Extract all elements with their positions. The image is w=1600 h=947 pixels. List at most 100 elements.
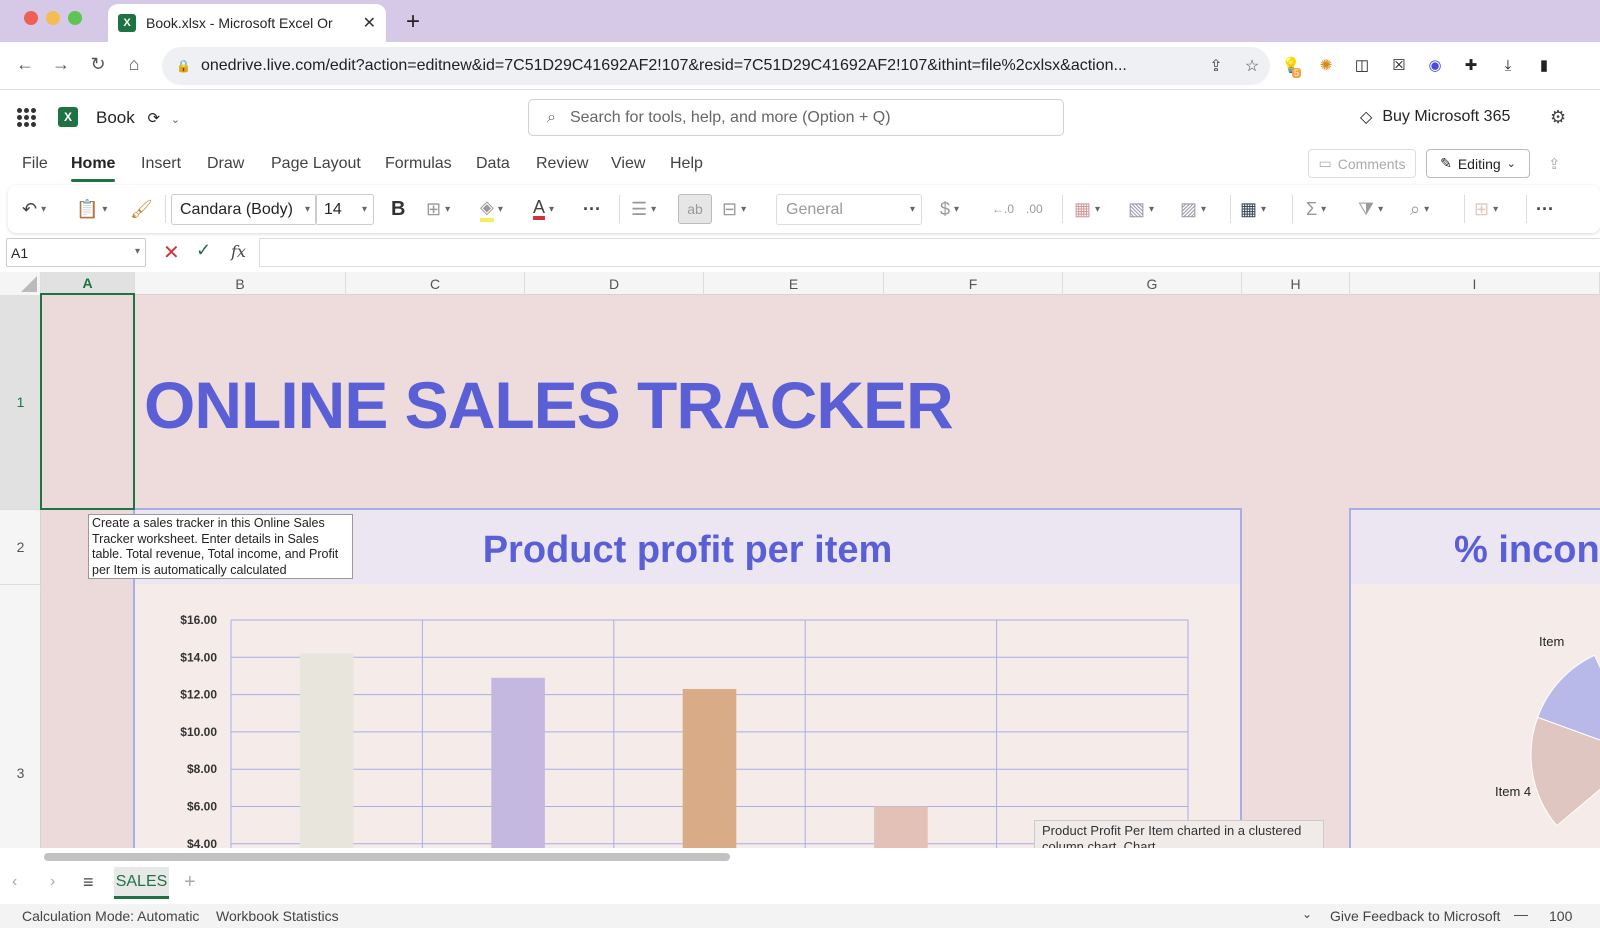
horizontal-scrollbar[interactable]	[44, 853, 730, 861]
forward-icon[interactable]: →	[49, 54, 73, 75]
zoom-out-icon[interactable]: —	[1514, 906, 1528, 922]
column-header-b[interactable]: B	[135, 272, 346, 295]
worksheet-grid[interactable]: ONLINE SALES TRACKER Product profit per …	[0, 272, 1600, 848]
currency-button[interactable]: $ ▾	[940, 194, 959, 224]
insert-cells-button[interactable]: ▦ ▾	[1240, 194, 1266, 224]
minimize-window-button[interactable]	[46, 11, 60, 25]
tab-review[interactable]: Review	[536, 155, 588, 173]
download-icon[interactable]: ⤓	[1496, 53, 1520, 77]
sheet-title[interactable]: ONLINE SALES TRACKER	[144, 367, 954, 443]
find-button[interactable]: ⌕ ▾	[1410, 194, 1429, 224]
align-button[interactable]: ☰ ▾	[631, 194, 656, 224]
extension-x-icon[interactable]: ☒	[1387, 53, 1411, 77]
column-header-h[interactable]: H	[1242, 272, 1350, 295]
close-window-button[interactable]	[24, 11, 38, 25]
column-header-d[interactable]: D	[525, 272, 704, 295]
increase-decimal-button[interactable]: .00	[1026, 194, 1043, 224]
bar[interactable]	[299, 653, 354, 848]
all-sheets-menu-icon[interactable]: ≡	[83, 872, 94, 893]
enter-check-icon[interactable]: ✓	[196, 240, 211, 261]
home-icon[interactable]: ⌂	[122, 54, 146, 75]
merge-button[interactable]: ⊟ ▾	[722, 194, 746, 224]
fill-color-button[interactable]: ◈ ▾	[480, 194, 503, 224]
url-bar[interactable]: 🔒 onedrive.live.com/edit?action=editnew&…	[162, 47, 1270, 85]
more-font-options-button[interactable]: ···	[583, 194, 601, 224]
workbook-name[interactable]: Book ⟳ ⌄	[96, 108, 180, 128]
extension-box-icon[interactable]: ◫	[1350, 53, 1374, 77]
extensions-puzzle-icon[interactable]: ✚	[1459, 53, 1483, 77]
selected-cell-a1[interactable]	[40, 293, 135, 510]
new-tab-button[interactable]: +	[401, 8, 425, 36]
income-pie-chart[interactable]: % incon Item Item 4	[1349, 508, 1600, 848]
editing-mode-button[interactable]: ✎ Editing ⌄	[1426, 149, 1530, 178]
decrease-decimal-button[interactable]: ←.0	[992, 194, 1014, 224]
tab-file[interactable]: File	[22, 155, 48, 173]
conditional-formatting-button[interactable]: ▦ ▾	[1074, 194, 1100, 224]
cell-styles-button[interactable]: ▨ ▾	[1180, 194, 1206, 224]
settings-gear-icon[interactable]: ⚙	[1550, 107, 1566, 128]
tab-view[interactable]: View	[611, 155, 645, 173]
share-icon[interactable]: ⇪	[1198, 56, 1234, 76]
app-launcher-icon[interactable]	[17, 108, 36, 127]
autosum-button[interactable]: Σ ▾	[1306, 194, 1326, 224]
tab-formulas[interactable]: Formulas	[385, 155, 452, 173]
column-header-e[interactable]: E	[704, 272, 884, 295]
feedback-link[interactable]: Give Feedback to Microsoft	[1330, 908, 1500, 924]
tab-page-layout[interactable]: Page Layout	[271, 155, 361, 173]
bookmark-star-icon[interactable]: ☆	[1234, 56, 1270, 76]
undo-button[interactable]: ↶ ▾	[22, 194, 46, 224]
bar[interactable]	[682, 689, 737, 848]
column-header-f[interactable]: F	[884, 272, 1063, 295]
formula-input[interactable]	[259, 238, 1600, 267]
select-all-corner[interactable]	[0, 272, 41, 295]
column-header-i[interactable]: I	[1350, 272, 1600, 295]
extension-sun-icon[interactable]: ✺	[1314, 53, 1338, 77]
sort-filter-button[interactable]: ⧩ ▾	[1358, 194, 1383, 224]
bar[interactable]	[491, 677, 545, 848]
share-icon[interactable]: ⇪	[1548, 155, 1561, 173]
tab-insert[interactable]: Insert	[141, 155, 181, 173]
tab-help[interactable]: Help	[670, 155, 703, 173]
font-name-select[interactable]: Candara (Body) ▾	[171, 194, 317, 225]
column-header-g[interactable]: G	[1063, 272, 1242, 295]
wrap-text-button[interactable]: ab	[678, 194, 712, 224]
name-box[interactable]: A1 ▾	[6, 238, 146, 267]
tab-data[interactable]: Data	[476, 155, 510, 173]
buy-microsoft-365-button[interactable]: ◇ Buy Microsoft 365	[1360, 107, 1510, 127]
font-size-select[interactable]: 14 ▾	[315, 194, 374, 225]
row-header-2[interactable]: 2	[0, 510, 41, 585]
tab-home[interactable]: Home	[71, 155, 116, 182]
column-header-a[interactable]: A	[41, 272, 135, 295]
number-format-select[interactable]: General ▾	[776, 194, 922, 225]
paste-button[interactable]: 📋 ▾	[76, 194, 107, 224]
row-header-3[interactable]: 3	[0, 585, 41, 848]
browser-tab[interactable]: X Book.xlsx - Microsoft Excel Or ✕	[108, 4, 386, 42]
more-options-button[interactable]: ···	[1536, 194, 1554, 224]
workbook-statistics[interactable]: Workbook Statistics	[216, 908, 339, 924]
sheet-tab-sales[interactable]: SALES	[114, 867, 169, 899]
reload-icon[interactable]: ↻	[86, 54, 110, 75]
next-sheet-icon[interactable]: ›	[50, 873, 55, 891]
tab-close-icon[interactable]: ✕	[363, 13, 376, 33]
tab-draw[interactable]: Draw	[207, 155, 244, 173]
prev-sheet-icon[interactable]: ‹	[12, 873, 17, 891]
calculation-mode[interactable]: Calculation Mode: Automatic	[22, 908, 199, 924]
zoom-level[interactable]: 100	[1549, 908, 1572, 924]
maximize-window-button[interactable]	[68, 11, 82, 25]
insert-function-icon[interactable]: fx	[231, 242, 246, 261]
chevron-down-icon[interactable]: ⌄	[1302, 907, 1312, 921]
comments-button[interactable]: ▭ Comments	[1308, 149, 1416, 178]
font-color-button[interactable]: A ▾	[533, 194, 554, 224]
bold-button[interactable]: B	[391, 194, 405, 224]
column-header-c[interactable]: C	[346, 272, 525, 295]
format-as-table-button[interactable]: ▧ ▾	[1128, 194, 1154, 224]
row-header-1[interactable]: 1	[0, 295, 41, 510]
add-sheet-button[interactable]: +	[184, 871, 196, 894]
borders-button[interactable]: ⊞ ▾	[426, 194, 450, 224]
cancel-icon[interactable]: ✕	[163, 240, 180, 265]
add-ins-button[interactable]: ⊞ ▾	[1474, 194, 1498, 224]
sidebar-toggle-icon[interactable]: ▮	[1532, 53, 1556, 77]
search-box[interactable]: ⌕ Search for tools, help, and more (Opti…	[528, 99, 1064, 136]
format-painter-button[interactable]: 🖌	[130, 194, 153, 224]
extension-eyes-icon[interactable]: ◉	[1423, 53, 1447, 77]
